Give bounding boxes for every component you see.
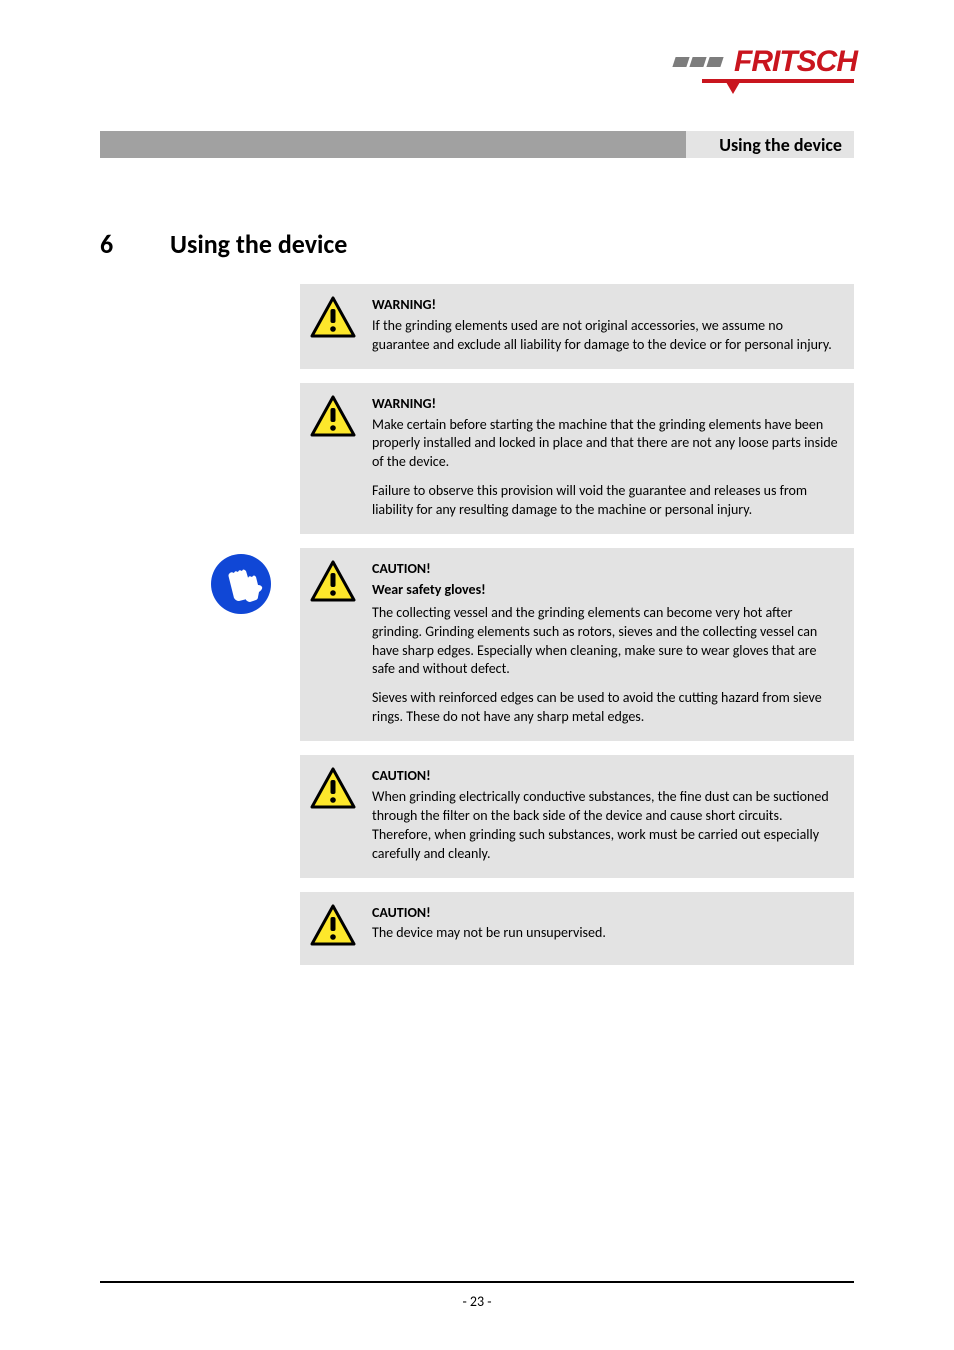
alert-title: WARNING! [372,296,840,315]
alert-text: If the grinding elements used are not or… [372,317,840,355]
alert-title: WARNING! [372,395,840,414]
warning-box-2: WARNING! Make certain before starting th… [300,383,854,534]
brand-logo: FRITSCH [674,45,854,94]
caution-box-gloves: CAUTION! Wear safety gloves! The collect… [300,548,854,741]
warning-triangle-icon [310,767,356,809]
section-number: 6 [100,228,130,260]
header-title: Using the device [686,131,854,158]
alert-title: CAUTION! [372,904,840,923]
logo-triangle-icon [726,82,740,94]
warning-triangle-icon [310,904,356,946]
page-number: - 23 - [100,1293,854,1310]
section-title: Using the device [170,228,347,260]
alert-text: Failure to observe this provision will v… [372,482,840,520]
section-heading: 6 Using the device [100,228,854,260]
alert-title: CAUTION! [372,560,840,579]
caution-box-unsupervised: CAUTION! The device may not be run unsup… [300,892,854,965]
caution-box-conductive: CAUTION! When grinding electrically cond… [300,755,854,877]
alert-text: When grinding electrically conductive su… [372,788,840,864]
logo-bars [674,57,722,67]
header-bar: Using the device [100,131,854,158]
alert-text: The device may not be run unsupervised. [372,924,840,943]
alert-subtitle: Wear safety gloves! [372,581,840,600]
page-footer: - 23 - [100,1281,854,1310]
warning-triangle-icon [310,560,356,602]
warning-triangle-icon [310,395,356,437]
warning-triangle-icon [310,296,356,338]
alert-title: CAUTION! [372,767,840,786]
alert-text: Make certain before starting the machine… [372,416,840,473]
alert-text: Sieves with reinforced edges can be used… [372,689,840,727]
warning-box-1: WARNING! If the grinding elements used a… [300,284,854,369]
gloves-mandatory-icon [210,553,272,620]
logo-text: FRITSCH [734,45,857,79]
alert-text: The collecting vessel and the grinding e… [372,604,840,680]
